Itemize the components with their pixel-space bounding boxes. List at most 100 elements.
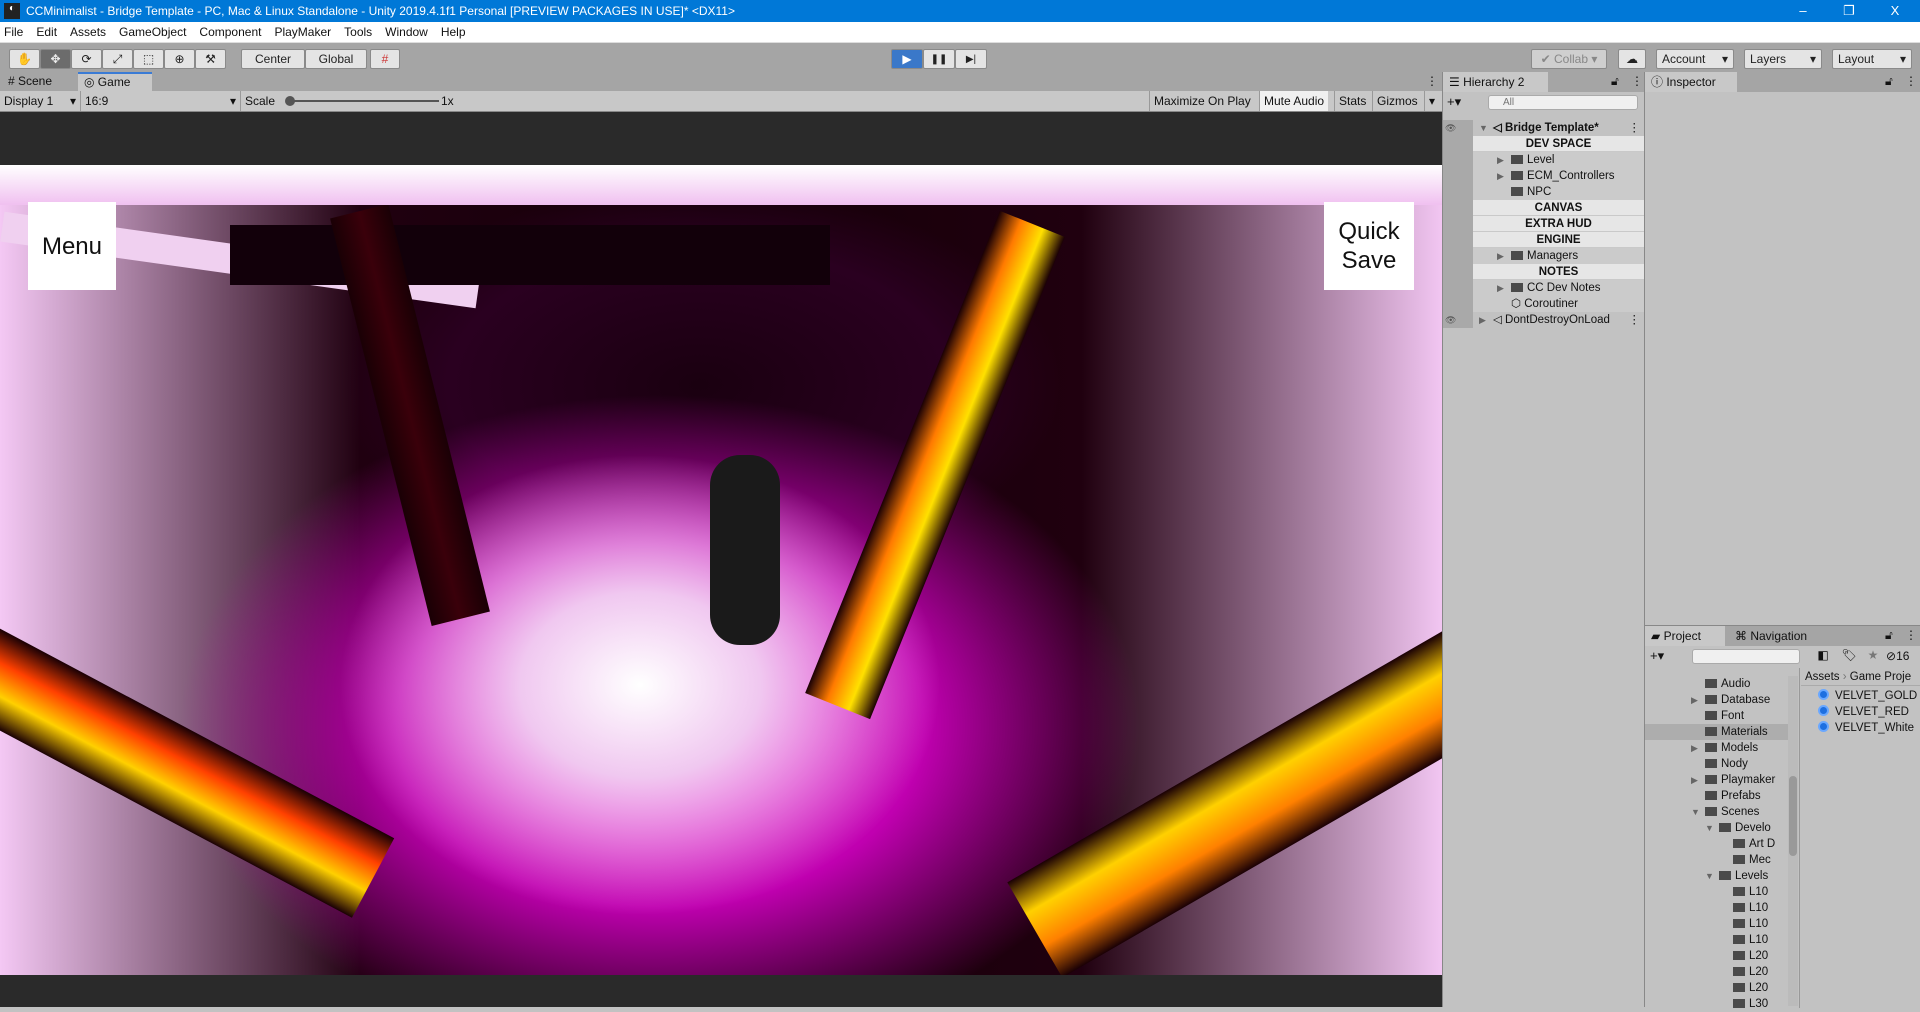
hierarchy-item[interactable]: ▶ ECM_Controllers	[1443, 168, 1644, 184]
menu-tools[interactable]: Tools	[344, 25, 372, 39]
visibility-toggle-icon[interactable]	[1443, 248, 1473, 264]
project-folder-item[interactable]: L20	[1645, 964, 1788, 980]
hierarchy-item[interactable]: DEV SPACE	[1443, 136, 1644, 152]
project-folder-item[interactable]: ▼ Develo	[1645, 820, 1788, 836]
project-folder-item[interactable]: ▶ Database	[1645, 692, 1788, 708]
project-folder-item[interactable]: L10	[1645, 884, 1788, 900]
scale-handle[interactable]	[285, 96, 295, 106]
more-options-icon[interactable]: ⋮	[1631, 74, 1643, 88]
expand-arrow-icon[interactable]: ▼	[1705, 868, 1714, 884]
hierarchy-item[interactable]: CANVAS	[1443, 200, 1644, 216]
project-folder-item[interactable]: ▶ Models	[1645, 740, 1788, 756]
layout-dropdown[interactable]: Layout ▾	[1832, 49, 1912, 69]
expand-arrow-icon[interactable]: ▶	[1497, 248, 1504, 264]
lock-icon[interactable]: 🔓︎	[1611, 74, 1619, 89]
search-by-type-icon[interactable]: ◧	[1810, 648, 1836, 662]
gizmos-toggle[interactable]: Gizmos	[1372, 91, 1422, 111]
project-folder-item[interactable]: L20	[1645, 948, 1788, 964]
hierarchy-item[interactable]: ▶ CC Dev Notes	[1443, 280, 1644, 296]
scrollbar-thumb[interactable]	[1789, 776, 1797, 856]
tree-scrollbar[interactable]	[1788, 676, 1798, 1006]
close-button[interactable]: X	[1872, 0, 1918, 22]
expand-arrow-icon[interactable]: ▼	[1705, 820, 1714, 836]
asset-item[interactable]: VELVET_RED	[1818, 704, 1920, 720]
pause-button[interactable]: ❚❚	[923, 49, 955, 69]
hierarchy-item[interactable]: NPC	[1443, 184, 1644, 200]
custom-tool-icon[interactable]: ⚒	[195, 49, 226, 69]
step-button[interactable]: ▶|	[955, 49, 987, 69]
visibility-toggle-icon[interactable]	[1443, 168, 1473, 184]
hierarchy-item[interactable]: 👁︎ ▼ ◁ Bridge Template* ⋮	[1443, 120, 1644, 136]
tab-scene[interactable]: # Scene	[2, 72, 58, 91]
layers-dropdown[interactable]: Layers ▾	[1744, 49, 1822, 69]
hand-tool-icon[interactable]: ✋	[9, 49, 40, 69]
project-folder-item[interactable]: L30	[1645, 996, 1788, 1012]
pivot-center-button[interactable]: Center	[241, 49, 305, 69]
more-options-icon[interactable]: ⋮	[1905, 628, 1917, 642]
breadcrumb-assets[interactable]: Assets	[1805, 671, 1840, 683]
project-folder-item[interactable]: Nody	[1645, 756, 1788, 772]
transform-tool-icon[interactable]: ⊕	[164, 49, 195, 69]
more-options-icon[interactable]: ⋮	[1905, 74, 1917, 88]
add-object-button[interactable]: +▾	[1447, 94, 1461, 110]
menu-window[interactable]: Window	[385, 25, 428, 39]
quick-save-button[interactable]: Quick Save	[1324, 202, 1414, 290]
project-folder-item[interactable]: ▼ Scenes	[1645, 804, 1788, 820]
hierarchy-item[interactable]: ▶ Level	[1443, 152, 1644, 168]
search-by-label-icon[interactable]: 🏷︎	[1836, 648, 1862, 662]
maximize-button[interactable]: ❐	[1826, 0, 1872, 22]
cloud-icon[interactable]: ☁	[1618, 49, 1646, 69]
hidden-packages-toggle[interactable]: ⊘16	[1886, 649, 1909, 663]
tab-project[interactable]: ▰ Project	[1645, 626, 1725, 646]
favorites-star-icon[interactable]: ★	[1862, 648, 1884, 662]
project-folder-item[interactable]: L10	[1645, 932, 1788, 948]
project-folder-item[interactable]: Audio	[1645, 676, 1788, 692]
project-folder-item[interactable]: L20	[1645, 980, 1788, 996]
more-options-icon[interactable]: ⋮	[1629, 120, 1641, 136]
menu-component[interactable]: Component	[199, 25, 261, 39]
game-render[interactable]: Menu Quick Save	[0, 165, 1442, 975]
tab-inspector[interactable]: ⓘ Inspector	[1645, 72, 1737, 92]
account-dropdown[interactable]: Account ▾	[1656, 49, 1734, 69]
asset-item[interactable]: VELVET_GOLD	[1818, 688, 1920, 704]
expand-arrow-icon[interactable]: ▶	[1691, 692, 1698, 708]
minimize-button[interactable]: –	[1780, 0, 1826, 22]
visibility-toggle-icon[interactable]: 👁︎	[1443, 312, 1473, 328]
scale-slider[interactable]: Scale 1x	[240, 91, 480, 111]
expand-arrow-icon[interactable]: ▼	[1691, 804, 1700, 820]
expand-arrow-icon[interactable]: ▶	[1479, 312, 1486, 328]
global-space-button[interactable]: Global	[305, 49, 367, 69]
project-folder-item[interactable]: Font	[1645, 708, 1788, 724]
hierarchy-item[interactable]: ▶ Managers	[1443, 248, 1644, 264]
menu-assets[interactable]: Assets	[70, 25, 106, 39]
expand-arrow-icon[interactable]: ▶	[1691, 740, 1698, 756]
rect-tool-icon[interactable]: ⬚	[133, 49, 164, 69]
visibility-toggle-icon[interactable]	[1443, 296, 1473, 312]
project-folder-item[interactable]: L10	[1645, 916, 1788, 932]
expand-arrow-icon[interactable]: ▼	[1479, 120, 1488, 136]
project-search-input[interactable]	[1692, 649, 1800, 664]
menu-file[interactable]: File	[4, 25, 23, 39]
rotate-tool-icon[interactable]: ⟳	[71, 49, 102, 69]
project-folder-item[interactable]: Prefabs	[1645, 788, 1788, 804]
tab-navigation[interactable]: ⌘ Navigation	[1729, 626, 1813, 646]
expand-arrow-icon[interactable]: ▶	[1497, 152, 1504, 168]
hierarchy-item[interactable]: NOTES	[1443, 264, 1644, 280]
tab-hierarchy[interactable]: ☰ Hierarchy 2	[1443, 72, 1548, 92]
menu-button[interactable]: Menu	[28, 202, 116, 290]
lock-icon[interactable]: 🔓︎	[1885, 628, 1893, 643]
project-folder-item[interactable]: Mec	[1645, 852, 1788, 868]
tab-game[interactable]: ◎ Game	[78, 72, 152, 91]
more-options-icon[interactable]: ⋮	[1629, 312, 1641, 328]
project-folder-item[interactable]: ▼ Levels	[1645, 868, 1788, 884]
maximize-on-play-toggle[interactable]: Maximize On Play	[1149, 91, 1255, 111]
lock-icon[interactable]: 🔓︎	[1885, 74, 1893, 89]
asset-item[interactable]: VELVET_White	[1818, 720, 1920, 736]
menu-gameobject[interactable]: GameObject	[119, 25, 186, 39]
stats-toggle[interactable]: Stats	[1334, 91, 1370, 111]
mute-audio-toggle[interactable]: Mute Audio	[1259, 91, 1329, 111]
gizmos-dropdown-icon[interactable]: ▾	[1424, 91, 1439, 111]
project-folder-item[interactable]: Materials	[1645, 724, 1788, 740]
scale-tool-icon[interactable]: ⤢	[102, 49, 133, 69]
visibility-toggle-icon[interactable]	[1443, 152, 1473, 168]
